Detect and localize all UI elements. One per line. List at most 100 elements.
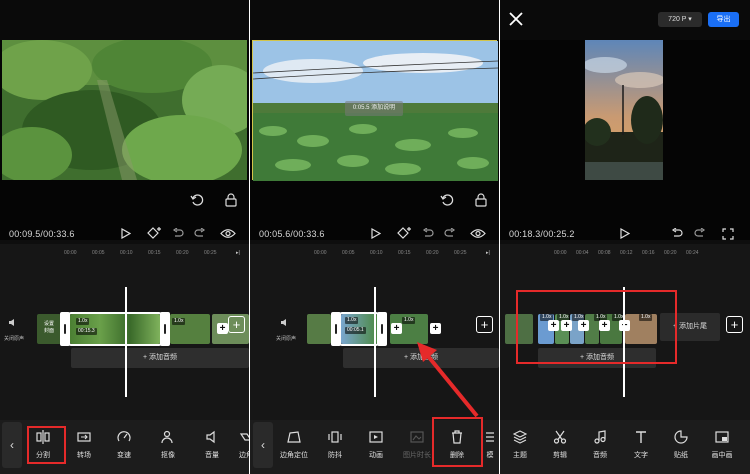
audio-tool[interactable]: 音频 bbox=[582, 430, 618, 460]
resolution-selector[interactable]: 720 P ▾ bbox=[658, 12, 702, 27]
playhead[interactable] bbox=[374, 287, 376, 397]
cover-thumb[interactable] bbox=[307, 314, 331, 344]
speaker-icon[interactable] bbox=[280, 318, 290, 327]
add-transition-button[interactable]: + bbox=[217, 323, 228, 334]
ruler-mark: 00:15 bbox=[148, 250, 161, 256]
text-icon bbox=[623, 430, 659, 446]
ruler-mark: 00:00 bbox=[554, 250, 567, 256]
ruler-mark: 00:05 bbox=[342, 250, 355, 256]
theme-tool[interactable]: 主题 bbox=[502, 430, 538, 460]
time-ruler: 00:00 00:04 00:08 00:12 00:16 00:20 00:2… bbox=[500, 248, 750, 258]
eye-icon[interactable] bbox=[220, 228, 236, 239]
export-button[interactable]: 导出 bbox=[708, 12, 739, 27]
lock-icon[interactable] bbox=[225, 193, 237, 207]
keyframe-icon[interactable] bbox=[397, 226, 413, 240]
ruler-mark: 00:20 bbox=[176, 250, 189, 256]
cutout-tool[interactable]: 抠像 bbox=[150, 430, 186, 460]
time-ruler: 00:00 00:05 00:10 00:15 00:20 00:25 ▸| bbox=[250, 248, 499, 258]
animation-icon bbox=[358, 430, 394, 446]
fullscreen-icon[interactable] bbox=[722, 228, 734, 240]
music-icon bbox=[582, 430, 618, 446]
theme-icon bbox=[502, 430, 538, 446]
eye-icon[interactable] bbox=[470, 228, 486, 239]
corner-position-icon bbox=[276, 430, 312, 446]
play-icon[interactable] bbox=[121, 228, 131, 239]
back-button[interactable]: ‹ bbox=[2, 422, 22, 468]
tool-label: 边角定位 bbox=[280, 452, 308, 459]
add-audio-button[interactable]: + 添加音频 bbox=[71, 348, 249, 368]
timeline-highlight-box bbox=[516, 290, 677, 364]
tool-label: 音量 bbox=[205, 452, 219, 459]
timecode: 00:09.5/00:33.6 bbox=[9, 229, 75, 239]
speaker-icon[interactable] bbox=[8, 318, 18, 327]
transition-tool[interactable]: 转场 bbox=[66, 430, 102, 460]
tool-label: 变速 bbox=[117, 452, 131, 459]
add-transition-button[interactable]: + bbox=[430, 323, 441, 334]
tool-label: 主题 bbox=[513, 452, 527, 459]
undo-icon[interactable] bbox=[190, 193, 204, 207]
tool-label: 模 bbox=[486, 452, 494, 459]
timecode: 00:18.3/00:25.2 bbox=[509, 229, 575, 239]
add-clip-button[interactable]: + bbox=[228, 316, 245, 333]
undo-arrow-icon[interactable] bbox=[671, 228, 683, 239]
tool-label: 转场 bbox=[77, 452, 91, 459]
ruler-mark: 00:20 bbox=[426, 250, 439, 256]
back-button[interactable]: ‹ bbox=[253, 422, 273, 468]
clip-speed: 1.0x bbox=[345, 317, 359, 324]
redo-arrow-icon[interactable] bbox=[194, 228, 206, 239]
tool-label: 抠像 bbox=[161, 452, 175, 459]
undo-arrow-icon[interactable] bbox=[172, 228, 184, 239]
ruler-mark: 00:16 bbox=[642, 250, 655, 256]
play-icon[interactable] bbox=[620, 228, 630, 239]
ruler-mark: 00:08 bbox=[598, 250, 611, 256]
text-tool[interactable]: 文字 bbox=[623, 430, 659, 460]
split-highlight-box bbox=[27, 426, 66, 464]
edge-tool[interactable]: 边角 bbox=[228, 430, 249, 460]
add-transition-button[interactable]: + bbox=[391, 323, 402, 334]
add-clip-button[interactable]: + bbox=[476, 316, 493, 333]
transition-icon bbox=[66, 430, 102, 446]
set-cover-label[interactable]: 设置 封面 bbox=[39, 321, 59, 335]
end-marker: ▸| bbox=[486, 250, 490, 256]
clip-speed: 1.0x bbox=[76, 318, 90, 325]
ruler-mark: 00:20 bbox=[664, 250, 677, 256]
clip-trim-handle-left[interactable] bbox=[331, 312, 341, 346]
ruler-mark: 00:00 bbox=[314, 250, 327, 256]
lock-icon[interactable] bbox=[475, 193, 487, 207]
ruler-mark: 00:25 bbox=[204, 250, 217, 256]
resolution-value: 720 P bbox=[668, 16, 687, 23]
pip-tool[interactable]: 画中画 bbox=[704, 430, 740, 460]
close-icon[interactable] bbox=[509, 12, 523, 26]
tool-label: 图片时长 bbox=[403, 452, 431, 459]
tool-label: 文字 bbox=[634, 452, 648, 459]
tool-label: 贴纸 bbox=[674, 452, 688, 459]
clip-trim-handle-right[interactable] bbox=[377, 312, 387, 346]
tool-label: 动画 bbox=[369, 452, 383, 459]
undo-arrow-icon[interactable] bbox=[422, 228, 434, 239]
speed-icon bbox=[106, 430, 142, 446]
play-icon[interactable] bbox=[371, 228, 381, 239]
mute-original-label[interactable]: 关闭原声 bbox=[273, 336, 299, 343]
red-arrow-annotation bbox=[415, 342, 485, 422]
corner-position-tool[interactable]: 边角定位 bbox=[276, 430, 312, 460]
ruler-mark: 00:05 bbox=[92, 250, 105, 256]
volume-tool[interactable]: 音量 bbox=[194, 430, 230, 460]
edit-tool[interactable]: 剪辑 bbox=[542, 430, 578, 460]
redo-arrow-icon[interactable] bbox=[694, 228, 706, 239]
keyframe-icon[interactable] bbox=[147, 226, 163, 240]
stabilize-tool[interactable]: 防抖 bbox=[317, 430, 353, 460]
image-duration-icon bbox=[399, 430, 435, 446]
animation-tool[interactable]: 动画 bbox=[358, 430, 394, 460]
playhead[interactable] bbox=[125, 287, 127, 397]
redo-arrow-icon[interactable] bbox=[444, 228, 456, 239]
sticker-tool[interactable]: 贴纸 bbox=[663, 430, 699, 460]
speed-tool[interactable]: 变速 bbox=[106, 430, 142, 460]
ruler-mark: 00:10 bbox=[120, 250, 133, 256]
mute-original-label[interactable]: 关闭原声 bbox=[2, 336, 26, 343]
scissors-icon bbox=[542, 430, 578, 446]
undo-icon[interactable] bbox=[440, 193, 454, 207]
tool-label: 画中画 bbox=[711, 452, 733, 459]
add-clip-button[interactable]: + bbox=[726, 316, 743, 333]
clip-trim-handle-left[interactable] bbox=[60, 312, 70, 346]
clip-trim-handle-right[interactable] bbox=[160, 312, 170, 346]
